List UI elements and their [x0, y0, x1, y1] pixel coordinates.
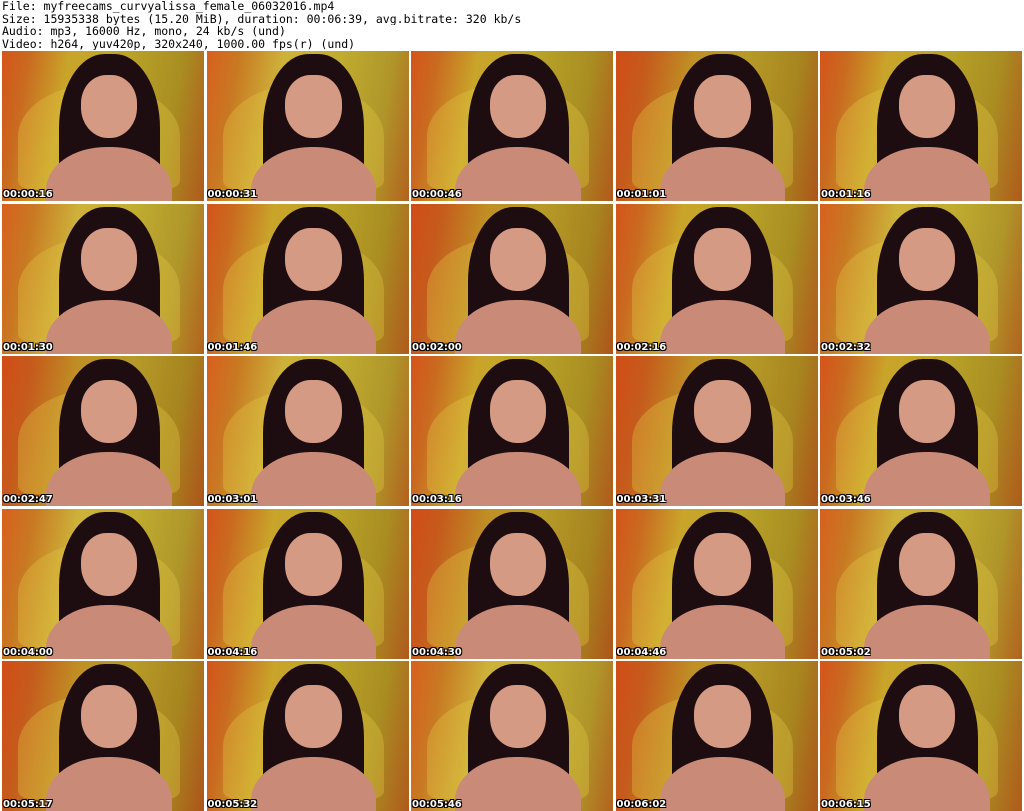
thumbnail-timestamp: 00:03:01: [207, 494, 258, 505]
video-thumbnail[interactable]: 00:02:32: [820, 203, 1022, 354]
thumbnail-timestamp: 00:01:30: [3, 341, 53, 353]
video-thumbnail[interactable]: 00:04:00: [2, 508, 204, 659]
video-info-line: Video: h264, yuv420p, 320x240, 1000.00 f…: [2, 37, 356, 50]
video-thumbnail[interactable]: 00:03:46: [820, 356, 1022, 506]
video-thumbnail[interactable]: 00:01:16: [820, 51, 1022, 201]
video-thumbnail[interactable]: 00:04:30: [411, 508, 613, 659]
thumbnail-timestamp: 00:05:32: [207, 799, 258, 810]
thumbnail-timestamp: 00:01:46: [207, 341, 258, 353]
thumbnail-timestamp: 00:04:00: [3, 646, 53, 658]
file-size-line: Size: 15935338 bytes (15.20 MiB), durati…: [2, 12, 522, 25]
video-thumbnail[interactable]: 00:06:15: [820, 661, 1022, 811]
thumbnail-grid: 00:00:16 00:00:31 00:00:46 00:01:01 00:0…: [2, 51, 1022, 811]
video-thumbnail[interactable]: 00:01:30: [2, 203, 204, 354]
video-thumbnail[interactable]: 00:04:46: [615, 508, 818, 659]
video-thumbnail[interactable]: 00:06:02: [615, 661, 818, 811]
video-thumbnail[interactable]: 00:03:16: [411, 356, 613, 506]
video-thumbnail[interactable]: 00:02:47: [2, 356, 204, 506]
thumbnail-timestamp: 00:03:46: [821, 494, 871, 505]
thumbnail-timestamp: 00:01:16: [821, 189, 871, 200]
thumbnail-timestamp: 00:03:16: [412, 494, 462, 505]
thumbnail-timestamp: 00:06:02: [616, 799, 667, 810]
video-thumbnail[interactable]: 00:05:32: [206, 661, 409, 811]
audio-info-line: Audio: mp3, 16000 Hz, mono, 24 kb/s (und…: [2, 25, 286, 38]
thumbnail-timestamp: 00:00:31: [207, 189, 258, 200]
video-thumbnail[interactable]: 00:05:46: [411, 661, 613, 811]
thumbnail-timestamp: 00:00:16: [3, 189, 53, 200]
thumbnail-timestamp: 00:04:16: [207, 646, 258, 658]
video-thumbnail[interactable]: 00:02:00: [411, 203, 613, 354]
thumbnail-timestamp: 00:00:46: [412, 189, 462, 200]
video-thumbnail[interactable]: 00:02:16: [615, 203, 818, 354]
video-thumbnail[interactable]: 00:00:31: [206, 51, 409, 201]
video-thumbnail[interactable]: 00:03:31: [615, 356, 818, 506]
video-thumbnail[interactable]: 00:00:46: [411, 51, 613, 201]
file-info-header: File: myfreecams_curvyalissa_female_0603…: [2, 0, 1022, 50]
video-thumbnail[interactable]: 00:01:01: [615, 51, 818, 201]
thumbnail-timestamp: 00:02:16: [616, 341, 667, 353]
thumbnail-timestamp: 00:06:15: [821, 799, 871, 810]
thumbnail-timestamp: 00:02:47: [3, 494, 53, 505]
thumbnail-timestamp: 00:05:46: [412, 799, 462, 810]
video-thumbnail[interactable]: 00:00:16: [2, 51, 204, 201]
thumbnail-timestamp: 00:02:32: [821, 341, 871, 353]
thumbnail-timestamp: 00:04:30: [412, 646, 462, 658]
file-name-line: File: myfreecams_curvyalissa_female_0603…: [2, 0, 335, 13]
thumbnail-timestamp: 00:01:01: [616, 189, 667, 200]
video-thumbnail[interactable]: 00:01:46: [206, 203, 409, 354]
video-thumbnail[interactable]: 00:03:01: [206, 356, 409, 506]
thumbnail-timestamp: 00:04:46: [616, 646, 667, 658]
thumbnail-timestamp: 00:03:31: [616, 494, 667, 505]
video-thumbnail[interactable]: 00:04:16: [206, 508, 409, 659]
thumbnail-timestamp: 00:05:17: [3, 799, 53, 810]
thumbnail-timestamp: 00:02:00: [412, 341, 462, 353]
video-thumbnail[interactable]: 00:05:17: [2, 661, 204, 811]
thumbnail-timestamp: 00:05:02: [821, 646, 871, 658]
video-thumbnail[interactable]: 00:05:02: [820, 508, 1022, 659]
